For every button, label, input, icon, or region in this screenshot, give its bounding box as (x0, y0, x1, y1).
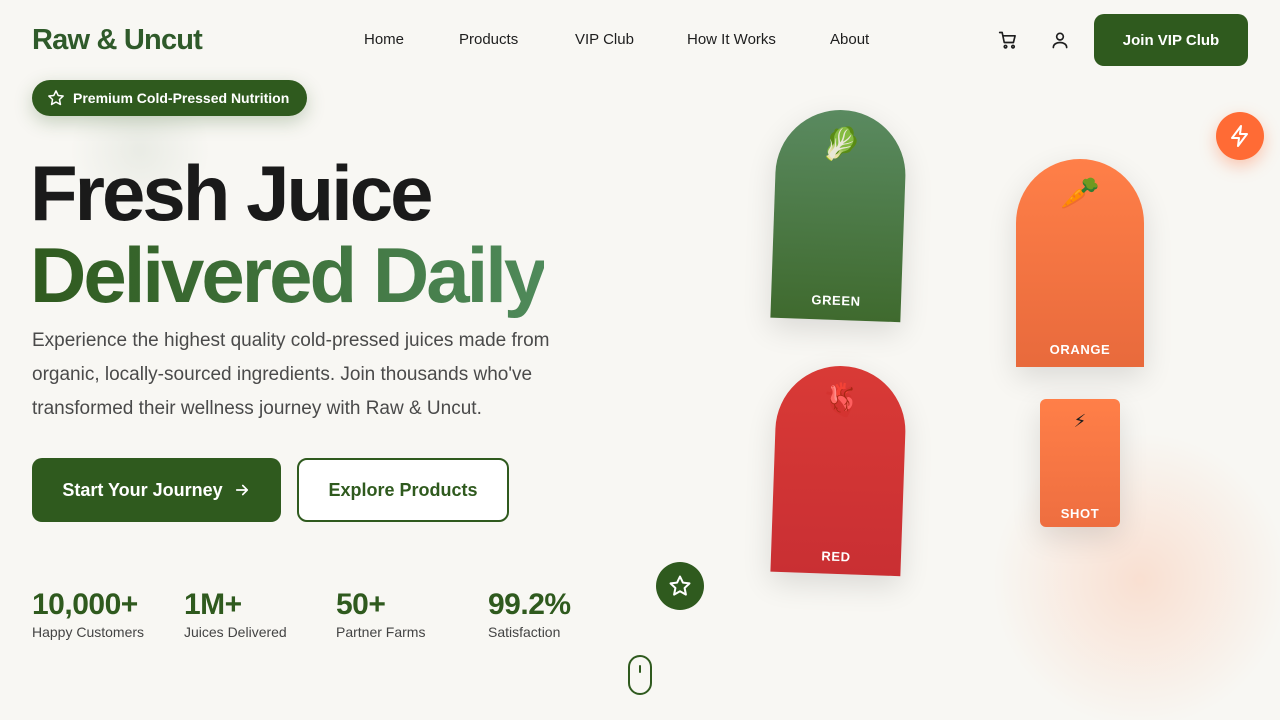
stat-label: Happy Customers (32, 624, 145, 640)
nav-home[interactable]: Home (364, 31, 404, 48)
hero-title-line2: Delivered Daily (30, 231, 547, 319)
lightning-icon: ⚡ (1073, 411, 1087, 431)
nav-products[interactable]: Products (459, 31, 518, 48)
stat-happy-customers: 10,000+ Happy Customers (32, 588, 144, 640)
scroll-dot (639, 665, 641, 673)
bottle-label: GREEN (811, 292, 861, 309)
badge-text: Premium Cold-Pressed Nutrition (73, 90, 290, 106)
red-juice-bottle: 🫀 RED (770, 363, 908, 577)
stat-partner-farms: 50+ Partner Farms (336, 588, 425, 640)
premium-badge: Premium Cold-Pressed Nutrition (32, 80, 307, 116)
logo[interactable]: Raw & Uncut (32, 24, 203, 57)
bottle-label: SHOT (1060, 506, 1100, 521)
stat-label: Juices Delivered (184, 624, 287, 640)
background-glow (980, 420, 1280, 720)
star-icon (656, 562, 704, 610)
hero-description: Experience the highest quality cold-pres… (32, 330, 550, 419)
explore-products-button[interactable]: Explore Products (297, 458, 509, 522)
arrow-right-icon (233, 481, 251, 499)
stat-label: Satisfaction (488, 624, 561, 640)
nav-how-it-works[interactable]: How It Works (687, 31, 776, 48)
stat-juices-delivered: 1M+ Juices Delivered (184, 588, 287, 640)
start-journey-button[interactable]: Start Your Journey (32, 458, 281, 522)
carrot-icon: 🥕 (1060, 175, 1100, 211)
scroll-indicator-icon[interactable] (628, 655, 652, 695)
green-juice-bottle: 🥬 GREEN (770, 107, 908, 323)
stat-label: Partner Farms (336, 624, 426, 640)
cart-icon[interactable] (996, 28, 1020, 52)
hero-title-line1: Fresh Juice (30, 149, 434, 237)
stat-satisfaction: 99.2% Satisfaction (488, 588, 571, 640)
stat-value: 10,000+ (32, 588, 138, 621)
stat-value: 1M+ (184, 588, 242, 621)
start-journey-label: Start Your Journey (62, 479, 223, 500)
leafy-greens-icon: 🥬 (820, 125, 863, 163)
shot-juice-bottle: ⚡ SHOT (1040, 399, 1120, 527)
bottle-label: ORANGE (1049, 342, 1111, 357)
nav-vip-club[interactable]: VIP Club (575, 31, 634, 48)
heart-icon: 🫀 (820, 381, 862, 419)
join-vip-club-button[interactable]: Join VIP Club (1094, 14, 1248, 66)
lightning-icon (1216, 112, 1264, 160)
user-icon[interactable] (1048, 28, 1072, 52)
bottle-label: RED (821, 548, 851, 565)
stat-value: 50+ (336, 588, 386, 621)
stat-value: 99.2% (488, 588, 571, 621)
nav-about[interactable]: About (830, 31, 869, 48)
star-icon (47, 89, 65, 107)
orange-juice-bottle: 🥕 ORANGE (1016, 159, 1144, 367)
